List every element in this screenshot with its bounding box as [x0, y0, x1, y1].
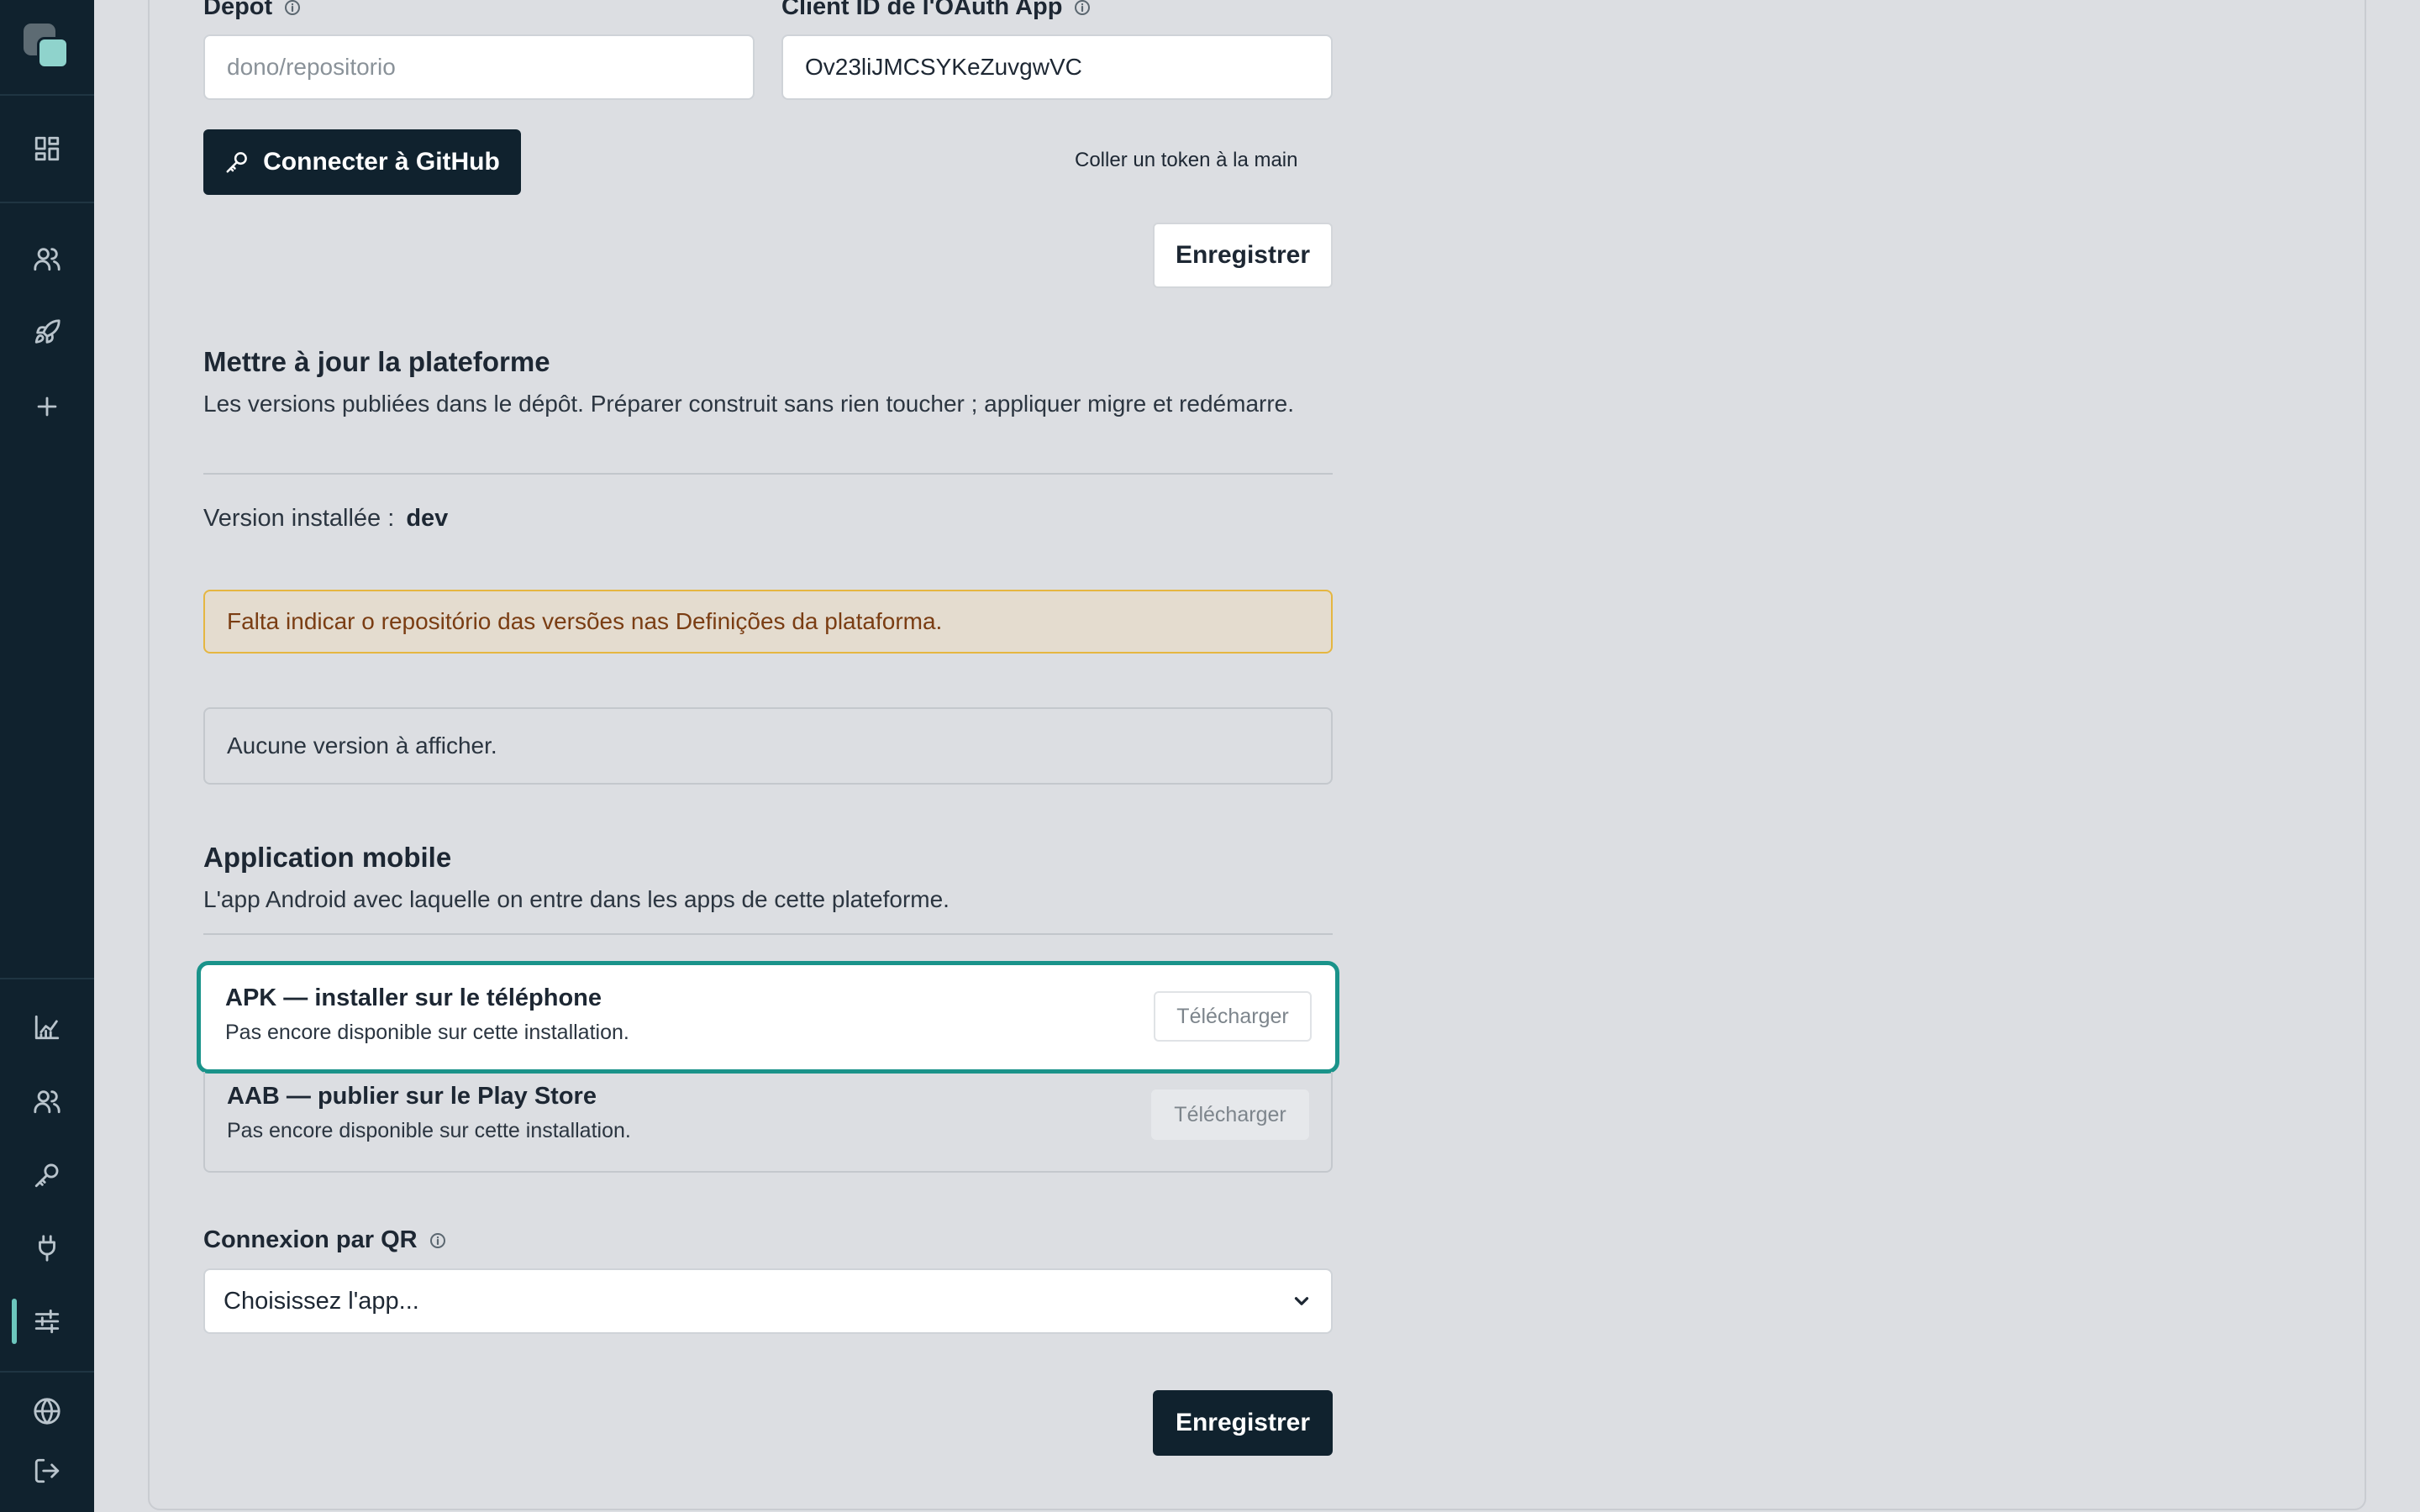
mobile-section-description: L'app Android avec laquelle on entre dan… [203, 886, 950, 912]
users-icon[interactable] [30, 242, 64, 276]
app-logo[interactable] [24, 24, 71, 71]
info-icon[interactable] [429, 1232, 446, 1249]
globe-icon[interactable] [30, 1394, 64, 1428]
save-mobile-button[interactable]: Enregistrer [1153, 1390, 1333, 1456]
depot-label: Depot [203, 0, 301, 21]
chevron-down-icon [1294, 1297, 1309, 1305]
apk-download-row: APK — installer sur le téléphone Pas enc… [197, 961, 1339, 1074]
apk-title: APK — installer sur le téléphone [225, 984, 602, 1011]
aab-subtitle: Pas encore disponible sur cette installa… [227, 1119, 631, 1142]
sidebar-divider [0, 202, 94, 203]
team-icon[interactable] [30, 1084, 64, 1118]
section-divider [203, 473, 1333, 475]
rocket-icon[interactable] [30, 316, 64, 349]
key-icon [226, 152, 248, 173]
logout-icon[interactable] [30, 1454, 64, 1488]
client-id-label: Client ID de l'OAuth App [781, 0, 1091, 21]
aab-download-button[interactable]: Télécharger [1151, 1089, 1309, 1140]
key-icon[interactable] [30, 1158, 64, 1192]
plug-icon[interactable] [30, 1231, 64, 1265]
depot-input[interactable]: dono/repositorio [203, 34, 755, 100]
info-icon[interactable] [1074, 0, 1091, 16]
client-id-input[interactable]: Ov23liJMCSYKeZuvgwVC [781, 34, 1333, 100]
sidebar-divider [0, 94, 94, 96]
aab-download-row: AAB — publier sur le Play Store Pas enco… [203, 1072, 1333, 1173]
installed-version: Version installée : dev [203, 505, 449, 532]
qr-app-select[interactable]: Choisissez l'app... [203, 1268, 1333, 1334]
installed-version-value: dev [406, 505, 449, 532]
mobile-section-title: Application mobile [203, 842, 452, 873]
apk-subtitle: Pas encore disponible sur cette installa… [225, 1021, 629, 1044]
connect-github-button[interactable]: Connecter à GitHub [203, 129, 521, 195]
versions-empty-state: Aucune version à afficher. [203, 707, 1333, 785]
dashboard-icon[interactable] [30, 132, 64, 165]
paste-token-link[interactable]: Coller un token à la main [1075, 149, 1297, 172]
apk-download-button[interactable]: Télécharger [1154, 991, 1312, 1042]
sidebar-divider [0, 978, 94, 979]
info-icon[interactable] [284, 0, 301, 16]
plus-icon[interactable] [30, 390, 64, 423]
sidebar [0, 0, 94, 1512]
update-section-description: Les versions publiées dans le dépôt. Pré… [203, 391, 1295, 417]
downloads-list: APK — installer sur le téléphone Pas enc… [197, 961, 1339, 1173]
section-divider [203, 933, 1333, 935]
chart-icon[interactable] [30, 1011, 64, 1044]
qr-login-label: Connexion par QR [203, 1226, 446, 1254]
sliders-icon[interactable] [30, 1305, 64, 1338]
aab-title: AAB — publier sur le Play Store [227, 1083, 597, 1110]
sidebar-divider [0, 1371, 94, 1373]
warning-alert: Falta indicar o repositório das versões … [203, 590, 1333, 654]
active-indicator [12, 1299, 17, 1344]
save-repo-button[interactable]: Enregistrer [1153, 223, 1333, 288]
update-section-title: Mettre à jour la plateforme [203, 346, 550, 377]
